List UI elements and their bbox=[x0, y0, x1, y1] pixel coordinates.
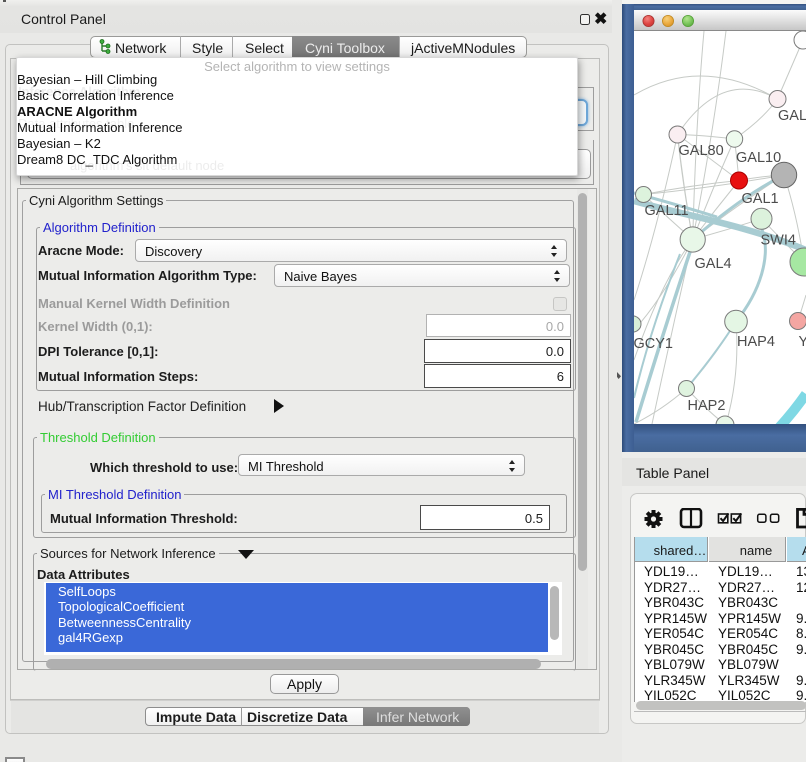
svg-text:GAL1: GAL1 bbox=[742, 191, 779, 207]
svg-text:GAL2: GAL2 bbox=[778, 108, 806, 124]
svg-text:HAP4: HAP4 bbox=[737, 334, 775, 350]
svg-text:GAL80: GAL80 bbox=[679, 143, 724, 159]
svg-text:GAL4: GAL4 bbox=[695, 256, 732, 272]
svg-text:GAL10: GAL10 bbox=[736, 150, 781, 166]
svg-text:SWI4: SWI4 bbox=[761, 233, 796, 249]
svg-text:HAP2: HAP2 bbox=[688, 398, 726, 414]
svg-text:Y: Y bbox=[799, 334, 806, 350]
svg-text:GCY1: GCY1 bbox=[634, 336, 674, 352]
svg-text:GAL11: GAL11 bbox=[645, 203, 689, 219]
